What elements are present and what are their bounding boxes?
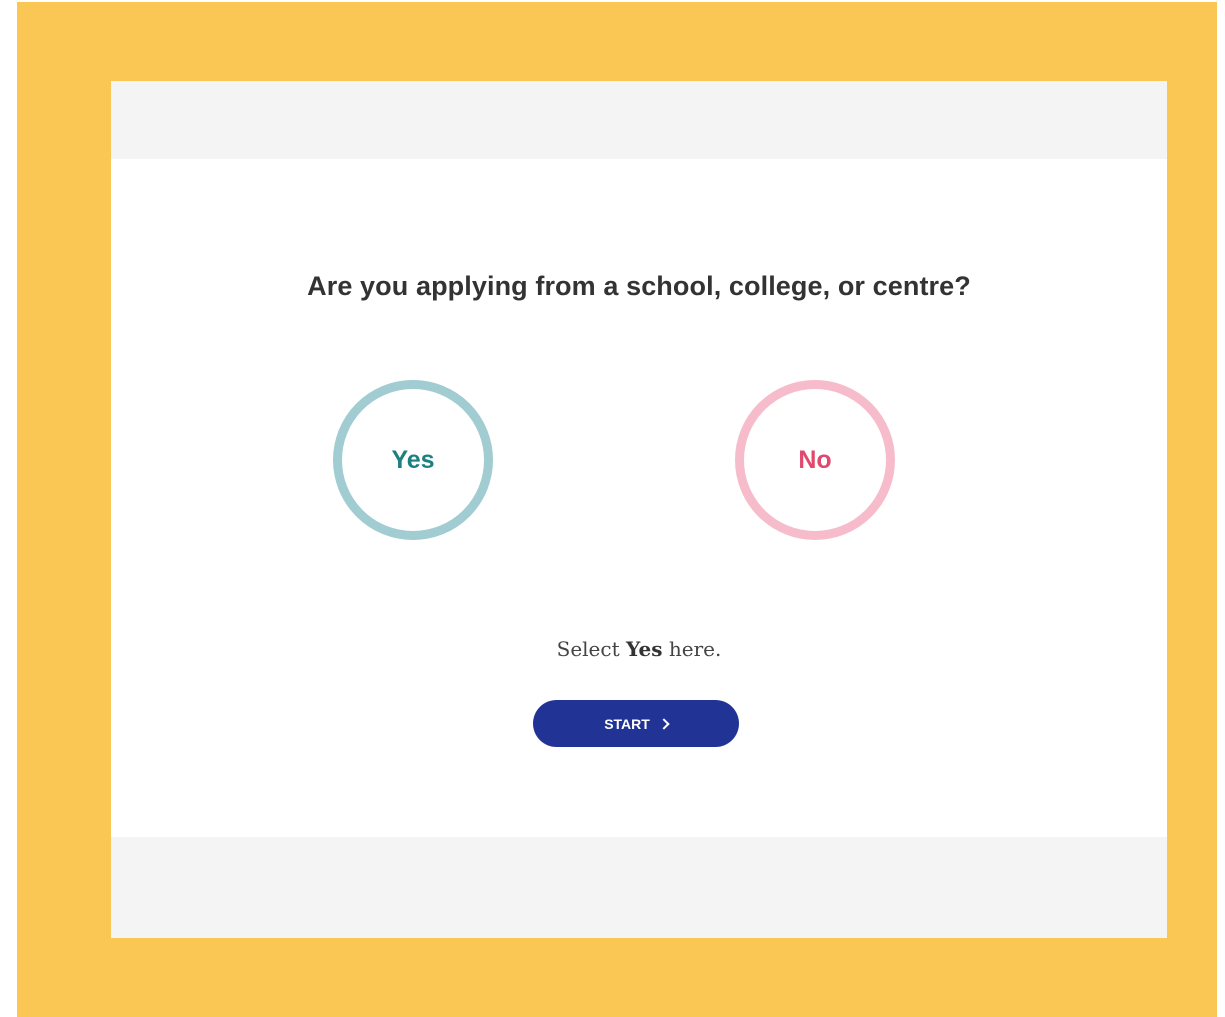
question-heading: Are you applying from a school, college,… <box>307 271 971 301</box>
yes-option-label: Yes <box>391 445 435 474</box>
yes-option[interactable]: Yes <box>333 380 493 540</box>
no-option-label: No <box>798 445 832 474</box>
start-button[interactable]: START <box>533 700 739 747</box>
no-option[interactable]: No <box>735 380 895 540</box>
header-band <box>111 81 1167 159</box>
instruction-text: Select Yes here. <box>111 637 1167 661</box>
instruction-emphasis: Yes <box>626 637 663 661</box>
start-button-label: START <box>604 715 650 732</box>
instruction-prefix: Select <box>556 637 626 661</box>
footer-band <box>111 837 1167 938</box>
chevron-right-icon <box>658 717 670 730</box>
instruction-suffix: here. <box>662 637 722 661</box>
yellow-frame: Are you applying from a school, college,… <box>17 2 1217 1017</box>
screen: Are you applying from a school, college,… <box>111 81 1167 938</box>
